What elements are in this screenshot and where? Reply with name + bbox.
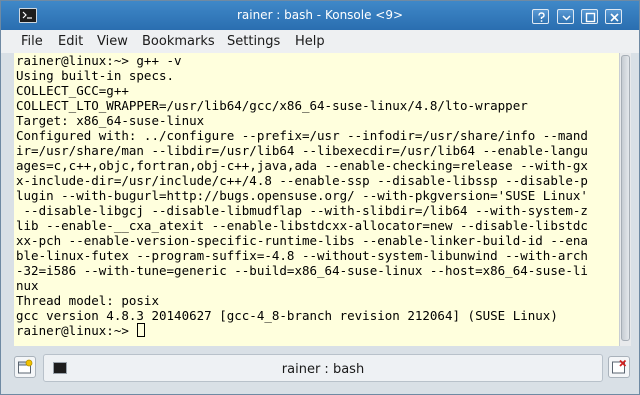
close-window-button[interactable] — [605, 9, 622, 24]
menu-edit[interactable]: Edit — [58, 34, 83, 49]
terminal-prompt-line[interactable]: rainer@linux:~> — [16, 323, 146, 338]
terminal-line: Thread model: posix — [16, 293, 159, 308]
menu-bookmarks[interactable]: Bookmarks — [142, 34, 215, 49]
terminal-line: COLLECT_LTO_WRAPPER=/usr/lib64/gcc/x86_6… — [16, 98, 528, 113]
text-cursor — [137, 323, 146, 337]
tab-label: rainer : bash — [281, 362, 365, 377]
terminal-line: rainer@linux:~> g++ -v — [16, 53, 182, 68]
scrollbar-thumb[interactable] — [621, 55, 630, 341]
menu-bar: File Edit View Bookmarks Settings Help — [1, 30, 639, 53]
maximize-button[interactable] — [581, 9, 598, 24]
terminal-line: -32=i586 --with-tune=generic --build=x86… — [16, 263, 588, 278]
terminal-line: gcc version 4.8.3 20140627 [gcc-4_8-bran… — [16, 308, 558, 323]
terminal-line: ble-linux-futex --program-suffix=-4.8 --… — [16, 248, 588, 263]
close-tab-button[interactable] — [608, 356, 630, 378]
terminal-line: Using built-in specs. — [16, 68, 175, 83]
menu-help[interactable]: Help — [295, 34, 325, 49]
terminal-output[interactable]: rainer@linux:~> g++ -v Using built-in sp… — [14, 53, 631, 346]
close-tab-icon — [612, 359, 627, 374]
konsole-window: rainer : bash - Konsole <9> File Edit Vi… — [0, 0, 640, 395]
help-button[interactable] — [532, 9, 549, 24]
terminal-line: ir=/usr/share/man --libdir=/usr/lib64 --… — [16, 143, 588, 158]
terminal-line: lugin --with-bugurl=http://bugs.opensuse… — [16, 188, 588, 203]
terminal-line: xx-pch --enable-version-specific-runtime… — [16, 233, 588, 248]
terminal-prompt: rainer@linux:~> — [16, 323, 137, 338]
menu-view[interactable]: View — [97, 34, 128, 49]
tab-bar: rainer : bash — [11, 353, 631, 386]
terminal-line: Target: x86_64-suse-linux — [16, 113, 205, 128]
terminal-line: x-include-dir=/usr/include/c++/4.8 --ena… — [16, 173, 588, 188]
terminal-line: Configured with: ../configure --prefix=/… — [16, 128, 588, 143]
terminal-line: lib --enable-__cxa_atexit --enable-libst… — [16, 218, 588, 233]
help-icon — [538, 12, 545, 22]
vertical-scrollbar[interactable] — [619, 53, 631, 346]
minimize-icon — [562, 15, 571, 21]
maximize-icon — [585, 12, 596, 23]
close-icon — [610, 13, 619, 22]
terminal-line: nux — [16, 278, 39, 293]
tab-rainer-bash[interactable]: rainer : bash — [43, 354, 603, 382]
new-tab-button[interactable] — [14, 356, 36, 378]
minimize-button[interactable] — [557, 9, 574, 24]
menu-settings[interactable]: Settings — [227, 34, 280, 49]
terminal-line: --disable-libgcj --disable-libmudflap --… — [16, 203, 588, 218]
menu-file[interactable]: File — [21, 34, 43, 49]
title-bar[interactable]: rainer : bash - Konsole <9> — [1, 1, 639, 30]
terminal-line: ages=c,c++,objc,fortran,obj-c++,java,ada… — [16, 158, 588, 173]
terminal-line: COLLECT_GCC=g++ — [16, 83, 129, 98]
new-tab-icon — [18, 359, 33, 374]
